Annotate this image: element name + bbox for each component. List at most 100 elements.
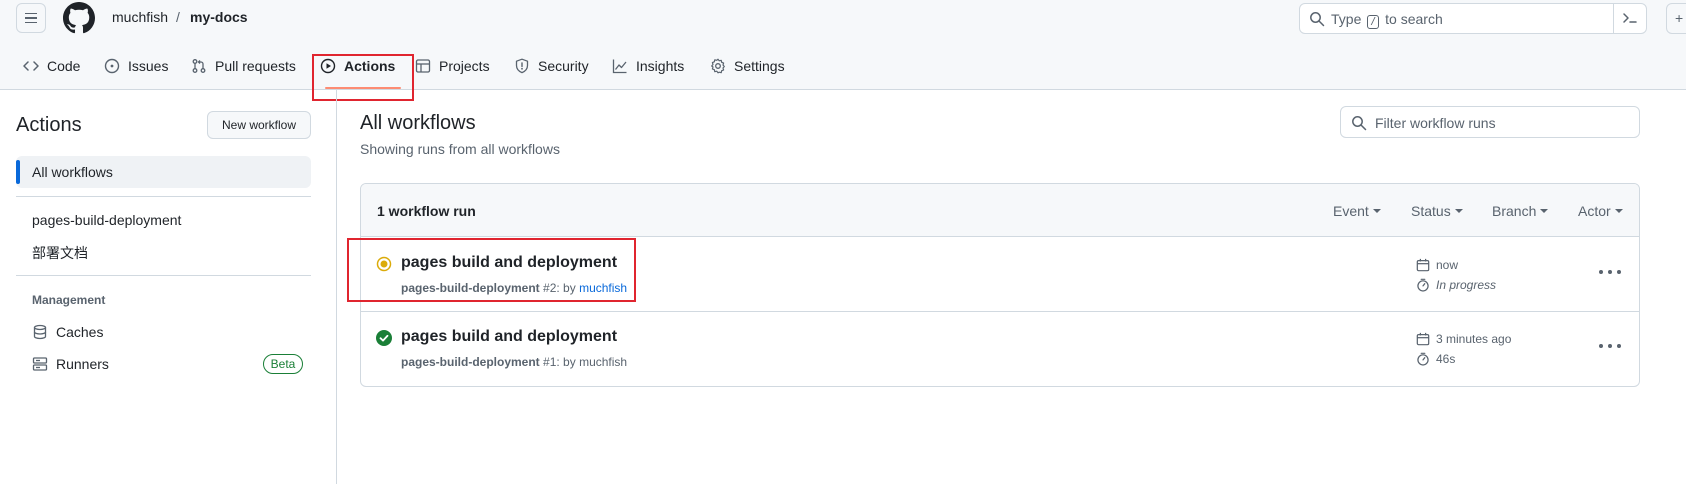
- tab-label: Security: [538, 58, 589, 74]
- kebab-dot: [1599, 344, 1603, 348]
- github-logo-icon[interactable]: [63, 2, 95, 34]
- global-search-input[interactable]: Type / to search: [1299, 3, 1647, 34]
- breadcrumb-repo[interactable]: my-docs: [190, 9, 248, 25]
- stopwatch-icon: [1417, 278, 1429, 292]
- actor-filter-dropdown[interactable]: Actor: [1578, 203, 1623, 219]
- command-palette-icon[interactable]: [1622, 10, 1638, 26]
- tab-label: Projects: [439, 58, 490, 74]
- tab-insights[interactable]: Insights: [612, 54, 684, 78]
- beta-badge: Beta: [263, 354, 303, 374]
- sidebar-item-runners[interactable]: Runners: [32, 356, 109, 372]
- check-circle-fill-icon: [376, 330, 392, 346]
- calendar-icon: [1416, 258, 1430, 272]
- tab-security[interactable]: Security: [514, 54, 589, 78]
- tab-label: Settings: [734, 58, 785, 74]
- search-icon: [1310, 12, 1325, 27]
- graph-icon: [612, 59, 627, 74]
- dropdown-label: Actor: [1578, 203, 1611, 219]
- run-meta: pages-build-deployment #2: by muchfish: [401, 281, 627, 295]
- tab-label: Issues: [128, 58, 169, 74]
- run-actor-link[interactable]: muchfish: [579, 281, 627, 295]
- kebab-dot: [1617, 344, 1621, 348]
- workflow-runs-list: 1 workflow run Event Status Branch Actor…: [360, 183, 1640, 387]
- run-time-label: 3 minutes ago: [1436, 332, 1512, 346]
- search-shortcut-key: /: [1367, 15, 1380, 29]
- sidebar-divider: [16, 275, 311, 276]
- kebab-menu-icon[interactable]: [1599, 338, 1621, 354]
- stopwatch-icon: [1417, 352, 1429, 366]
- sidebar-item-workflow[interactable]: pages-build-deployment: [32, 212, 181, 228]
- search-icon: [1352, 116, 1367, 131]
- sidebar-item-label: Caches: [56, 324, 104, 340]
- run-number: #2: by: [543, 281, 576, 295]
- run-workflow-name: pages-build-deployment: [401, 281, 540, 295]
- hamburger-line: [25, 17, 37, 19]
- tab-actions[interactable]: Actions: [320, 54, 395, 78]
- page-subtitle: Showing runs from all workflows: [360, 141, 560, 157]
- server-icon: [32, 357, 48, 371]
- play-icon: [320, 58, 336, 74]
- search-prefix: Type: [1331, 11, 1362, 27]
- runs-list-header: 1 workflow run Event Status Branch Actor: [361, 184, 1639, 237]
- run-duration: In progress: [1416, 278, 1496, 292]
- page-title: All workflows: [360, 112, 476, 134]
- kebab-dot: [1608, 344, 1612, 348]
- new-workflow-button[interactable]: New workflow: [207, 111, 311, 139]
- tab-label: Code: [47, 58, 81, 74]
- breadcrumb-owner[interactable]: muchfish: [112, 9, 168, 25]
- selected-tab-indicator: [325, 87, 401, 89]
- sidebar-item-caches[interactable]: Caches: [32, 324, 103, 340]
- sidebar-item-label: Runners: [56, 356, 109, 372]
- branch-filter-dropdown[interactable]: Branch: [1492, 203, 1549, 219]
- run-timestamp: 3 minutes ago: [1416, 332, 1511, 346]
- run-title-link[interactable]: pages build and deployment: [401, 254, 617, 272]
- run-duration-label: In progress: [1436, 278, 1497, 292]
- tab-settings[interactable]: Settings: [710, 54, 785, 78]
- chevron-down-icon: [1454, 209, 1463, 213]
- workflow-run-row[interactable]: pages build and deployment pages-build-d…: [361, 312, 1639, 386]
- tab-projects[interactable]: Projects: [415, 54, 490, 78]
- run-workflow-name: pages-build-deployment: [401, 355, 540, 369]
- filter-placeholder: Filter workflow runs: [1375, 115, 1496, 131]
- tab-label: Pull requests: [215, 58, 296, 74]
- calendar-icon: [1416, 332, 1430, 346]
- run-title-link[interactable]: pages build and deployment: [401, 328, 617, 346]
- in-progress-status-icon: [376, 256, 392, 272]
- filter-workflow-runs-input[interactable]: Filter workflow runs: [1340, 106, 1640, 138]
- kebab-dot: [1617, 270, 1621, 274]
- sidebar-item-workflow[interactable]: 部署文档: [32, 243, 88, 263]
- sidebar-divider: [16, 196, 311, 197]
- hamburger-line: [25, 12, 37, 15]
- tab-pull-requests[interactable]: Pull requests: [191, 54, 296, 78]
- shield-icon: [515, 58, 529, 74]
- dropdown-label: Status: [1411, 203, 1451, 219]
- sidebar-title: Actions: [16, 114, 82, 136]
- tab-code[interactable]: Code: [23, 54, 80, 78]
- tab-issues[interactable]: Issues: [104, 54, 168, 78]
- hamburger-menu-button[interactable]: [16, 3, 46, 33]
- runs-count: 1 workflow run: [377, 203, 476, 219]
- search-placeholder: Type / to search: [1331, 11, 1443, 29]
- run-meta: pages-build-deployment #1: by muchfish: [401, 355, 627, 369]
- run-actor-link[interactable]: muchfish: [579, 355, 627, 369]
- gear-icon: [711, 58, 725, 74]
- create-new-button[interactable]: +: [1666, 3, 1686, 34]
- chevron-down-icon: [1372, 209, 1381, 213]
- kebab-menu-icon[interactable]: [1599, 264, 1621, 280]
- sidebar-item-all-workflows[interactable]: All workflows: [16, 156, 311, 188]
- repo-header: muchfish / my-docs Type / to search + Co…: [0, 0, 1686, 90]
- layout-divider: [336, 90, 337, 484]
- event-filter-dropdown[interactable]: Event: [1333, 203, 1381, 219]
- status-filter-dropdown[interactable]: Status: [1411, 203, 1463, 219]
- run-timestamp: now: [1416, 258, 1458, 272]
- search-suffix: to search: [1385, 11, 1443, 27]
- workflow-run-row[interactable]: pages build and deployment pages-build-d…: [361, 238, 1639, 312]
- breadcrumb-separator: /: [176, 9, 180, 25]
- run-duration: 46s: [1416, 352, 1455, 366]
- run-number: #1: by: [543, 355, 576, 369]
- database-icon: [33, 324, 47, 340]
- plus-icon: +: [1675, 10, 1684, 26]
- kebab-dot: [1608, 270, 1612, 274]
- git-pull-request-icon: [192, 59, 206, 73]
- kebab-dot: [1599, 270, 1603, 274]
